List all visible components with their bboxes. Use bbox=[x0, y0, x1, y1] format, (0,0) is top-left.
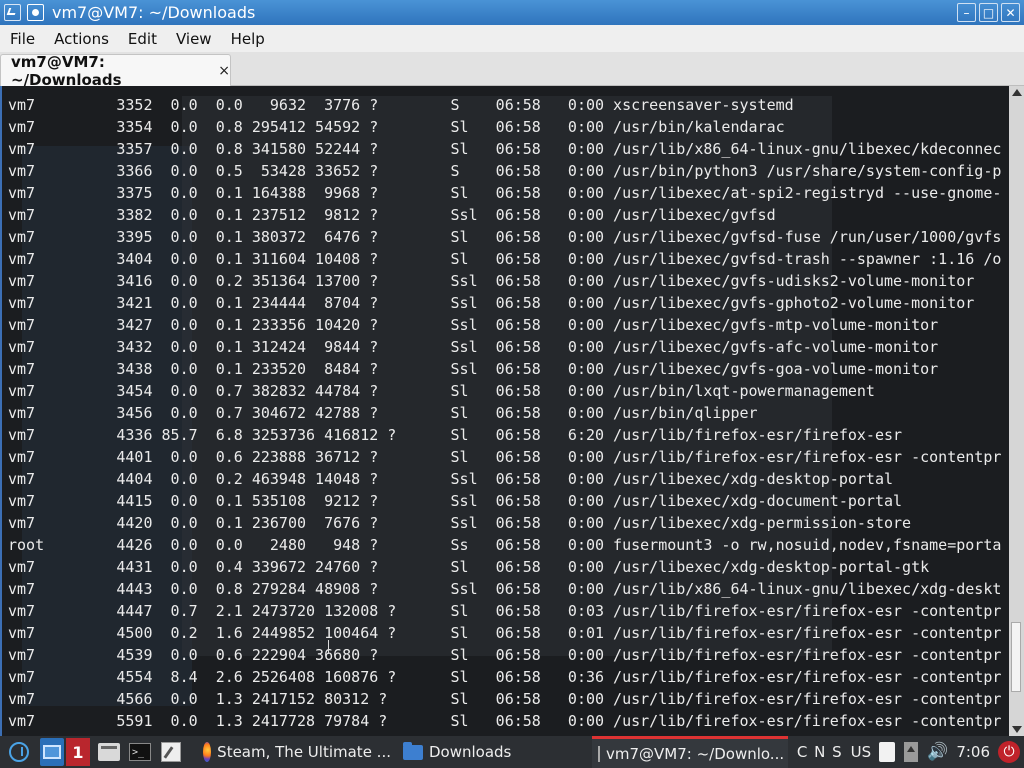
tab-bar: vm7@VM7: ~/Downloads × bbox=[0, 52, 1024, 89]
terminal-line: vm7 4420 0.0 0.1 236700 7676 ? Ssl 06:58… bbox=[8, 514, 912, 532]
firefox-icon bbox=[203, 742, 212, 762]
terminal-line: vm7 3375 0.0 0.1 164388 9968 ? Sl 06:58 … bbox=[8, 184, 1002, 202]
terminal-line: vm7 4443 0.0 0.8 279284 48908 ? Ssl 06:5… bbox=[8, 580, 1002, 598]
terminal-line: root 4426 0.0 0.0 2480 948 ? Ss 06:58 0:… bbox=[8, 536, 1002, 554]
keyboard-layout[interactable]: US bbox=[851, 743, 872, 761]
power-icon[interactable]: ⏻ bbox=[998, 741, 1020, 763]
terminal-line: vm7 3438 0.0 0.1 233520 8484 ? Ssl 06:58… bbox=[8, 360, 939, 378]
text-editor-icon bbox=[161, 742, 181, 762]
menu-view[interactable]: View bbox=[166, 30, 221, 48]
terminal-app-icon[interactable] bbox=[4, 4, 21, 21]
terminal-line: vm7 3352 0.0 0.0 9632 3776 ? S 06:58 0:0… bbox=[8, 96, 794, 114]
folder-icon bbox=[403, 741, 423, 760]
pin-icon[interactable] bbox=[27, 4, 44, 21]
terminal-lines: vm7 3352 0.0 0.0 9632 3776 ? S 06:58 0:0… bbox=[8, 94, 1001, 732]
terminal-line: vm7 5591 0.0 1.3 2417728 79784 ? Sl 06:5… bbox=[8, 712, 1002, 730]
volume-icon[interactable]: 🔊 bbox=[927, 742, 948, 762]
close-button[interactable]: ✕ bbox=[1001, 3, 1020, 22]
terminal-launcher[interactable]: >_ bbox=[128, 740, 152, 764]
terminal-line: vm7 4566 0.0 1.3 2417152 80312 ? Sl 06:5… bbox=[8, 690, 1002, 708]
terminal-line: vm7 4500 0.2 1.6 2449852 100464 ? Sl 06:… bbox=[8, 624, 1002, 642]
task-label: vm7@VM7: ~/Downlo... bbox=[606, 744, 785, 763]
system-tray: C N S US 🔊 7:06 ⏻ bbox=[797, 736, 1024, 768]
app-launcher-button[interactable] bbox=[7, 740, 31, 764]
terminal-line: vm7 3454 0.0 0.7 382832 44784 ? Sl 06:58… bbox=[8, 382, 875, 400]
terminal-line: vm7 3456 0.0 0.7 304672 42788 ? Sl 06:58… bbox=[8, 404, 758, 422]
keyboard-lock-indicators[interactable]: C N S bbox=[797, 743, 843, 761]
terminal-line: vm7 3357 0.0 0.8 341580 52244 ? Sl 06:58… bbox=[8, 140, 1002, 158]
file-manager-icon bbox=[98, 743, 120, 761]
terminal-line: vm7 4415 0.0 0.1 535108 9212 ? Ssl 06:58… bbox=[8, 492, 903, 510]
terminal-scrollbar[interactable] bbox=[1009, 86, 1024, 736]
task-label: Downloads bbox=[429, 743, 512, 761]
menu-edit[interactable]: Edit bbox=[118, 30, 166, 48]
tab-label: vm7@VM7: ~/Downloads bbox=[11, 53, 122, 89]
tab-close-icon[interactable]: × bbox=[218, 63, 230, 79]
launcher-icon bbox=[9, 742, 29, 762]
tab-terminal[interactable]: vm7@VM7: ~/Downloads × bbox=[0, 53, 231, 89]
task-terminal[interactable]: vm7@VM7: ~/Downlo... bbox=[592, 736, 788, 768]
terminal-line: vm7 3427 0.0 0.1 233356 10420 ? Ssl 06:5… bbox=[8, 316, 939, 334]
terminal-line: vm7 4431 0.0 0.4 339672 24760 ? Sl 06:58… bbox=[8, 558, 930, 576]
taskbar: 1 >_ Steam, The Ultimate ... Downloads v… bbox=[0, 736, 1024, 768]
terminal-line: vm7 4336 85.7 6.8 3253736 416812 ? Sl 06… bbox=[8, 426, 903, 444]
terminal-line: vm7 4539 0.0 0.6 222904 36680 ? Sl 06:58… bbox=[8, 646, 1002, 664]
terminal-line: vm7 3382 0.0 0.1 237512 9812 ? Ssl 06:58… bbox=[8, 206, 776, 224]
file-manager-launcher[interactable] bbox=[97, 740, 121, 764]
terminal-line: vm7 4401 0.0 0.6 223888 36712 ? Sl 06:58… bbox=[8, 448, 1002, 466]
window-title: vm7@VM7: ~/Downloads bbox=[52, 3, 256, 22]
removable-media-icon[interactable] bbox=[904, 742, 919, 762]
terminal-line: vm7 4554 8.4 2.6 2526408 160876 ? Sl 06:… bbox=[8, 668, 1002, 686]
terminal-line: vm7 3404 0.0 0.1 311604 10408 ? Sl 06:58… bbox=[8, 250, 1002, 268]
menu-file[interactable]: File bbox=[0, 30, 44, 48]
terminal-icon bbox=[598, 745, 600, 762]
scrollbar-thumb[interactable] bbox=[1011, 622, 1021, 692]
terminal-line: vm7 3395 0.0 0.1 380372 6476 ? Sl 06:58 … bbox=[8, 228, 1002, 246]
task-firefox[interactable]: Steam, The Ultimate ... bbox=[197, 736, 397, 768]
minimize-button[interactable]: – bbox=[957, 3, 976, 22]
menu-help[interactable]: Help bbox=[221, 30, 274, 48]
terminal-line: vm7 4404 0.0 0.2 463948 14048 ? Ssl 06:5… bbox=[8, 470, 894, 488]
terminal-line: vm7 3354 0.0 0.8 295412 54592 ? Sl 06:58… bbox=[8, 118, 785, 136]
terminal-output[interactable]: vm7 3352 0.0 0.0 9632 3776 ? S 06:58 0:0… bbox=[0, 86, 1024, 736]
window-titlebar[interactable]: vm7@VM7: ~/Downloads – □ ✕ bbox=[0, 0, 1024, 25]
task-label: Steam, The Ultimate ... bbox=[217, 743, 391, 761]
menu-bar: File Actions Edit View Help bbox=[0, 25, 1024, 52]
desktop-icon bbox=[43, 745, 61, 759]
text-editor-launcher[interactable] bbox=[159, 740, 183, 764]
show-desktop-button[interactable] bbox=[40, 738, 64, 766]
task-downloads[interactable]: Downloads bbox=[397, 736, 592, 768]
mouse-cursor-icon bbox=[328, 640, 329, 654]
scroll-down-icon[interactable] bbox=[1012, 726, 1022, 733]
workspace-indicator[interactable]: 1 bbox=[66, 738, 90, 766]
menu-actions[interactable]: Actions bbox=[44, 30, 118, 48]
clock[interactable]: 7:06 bbox=[956, 743, 990, 761]
terminal-line: vm7 3416 0.0 0.2 351364 13700 ? Ssl 06:5… bbox=[8, 272, 975, 290]
terminal-line: vm7 3366 0.0 0.5 53428 33652 ? S 06:58 0… bbox=[8, 162, 1002, 180]
scroll-up-icon[interactable] bbox=[1012, 89, 1022, 96]
terminal-icon: >_ bbox=[129, 743, 151, 761]
terminal-line: vm7 3421 0.0 0.1 234444 8704 ? Ssl 06:58… bbox=[8, 294, 975, 312]
terminal-line: vm7 4447 0.7 2.1 2473720 132008 ? Sl 06:… bbox=[8, 602, 1002, 620]
clipboard-icon[interactable] bbox=[879, 742, 896, 762]
terminal-line: vm7 3432 0.0 0.1 312424 9844 ? Ssl 06:58… bbox=[8, 338, 939, 356]
maximize-button[interactable]: □ bbox=[979, 3, 998, 22]
